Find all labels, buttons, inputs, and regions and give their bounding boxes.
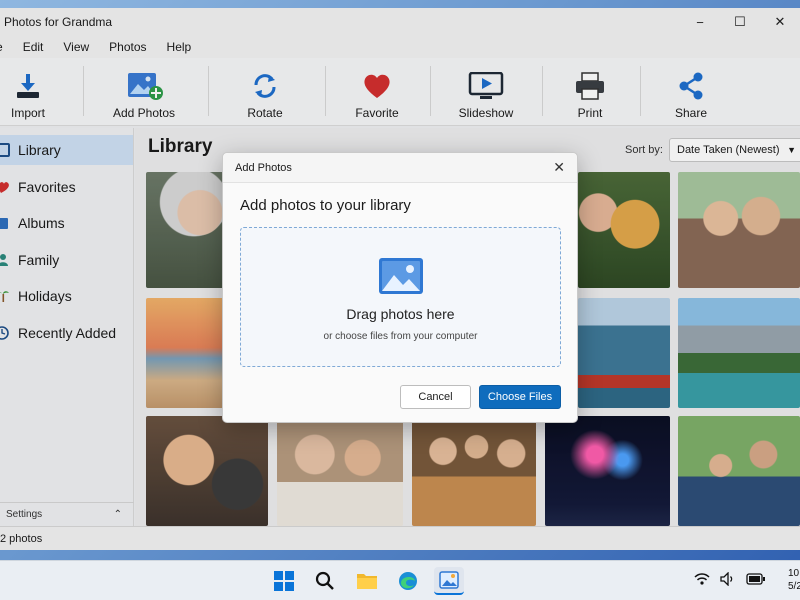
system-tray: [694, 561, 766, 600]
dialog-title: Add Photos: [235, 161, 292, 174]
app-window: Photos for Grandma − ☐ ✕ e Edit View Pho…: [0, 8, 800, 550]
battery-icon[interactable]: [746, 572, 766, 590]
cancel-button[interactable]: Cancel: [400, 385, 471, 409]
clock-date: 5/25: [788, 581, 800, 592]
taskbar: 10: 5/25: [0, 560, 800, 600]
edge-browser-icon: [399, 572, 417, 590]
search-icon: [315, 571, 334, 590]
wifi-icon[interactable]: [694, 572, 710, 591]
edge-button[interactable]: [393, 567, 423, 595]
photos-app-icon: [439, 571, 459, 589]
dialog-heading: Add photos to your library: [240, 197, 411, 214]
clock-time: 10:: [788, 568, 800, 579]
photos-app-taskbar-button[interactable]: [434, 567, 464, 595]
start-button[interactable]: [269, 567, 299, 595]
image-icon: [379, 258, 423, 294]
drop-zone[interactable]: Drag photos here or choose files from yo…: [240, 227, 561, 367]
choose-files-button[interactable]: Choose Files: [479, 385, 561, 409]
windows-logo-icon: [274, 571, 294, 591]
clock[interactable]: 10: 5/25: [788, 567, 800, 593]
add-photos-dialog: Add Photos ✕ Add photos to your library …: [222, 152, 578, 423]
drop-zone-subtitle: or choose files from your computer: [323, 331, 478, 342]
drop-zone-title: Drag photos here: [346, 306, 455, 322]
volume-icon[interactable]: [720, 570, 736, 591]
close-icon[interactable]: ✕: [553, 159, 565, 176]
search-button[interactable]: [310, 567, 340, 595]
folder-icon: [357, 574, 377, 589]
file-explorer-button[interactable]: [352, 567, 382, 595]
dialog-header: Add Photos ✕: [223, 153, 577, 183]
